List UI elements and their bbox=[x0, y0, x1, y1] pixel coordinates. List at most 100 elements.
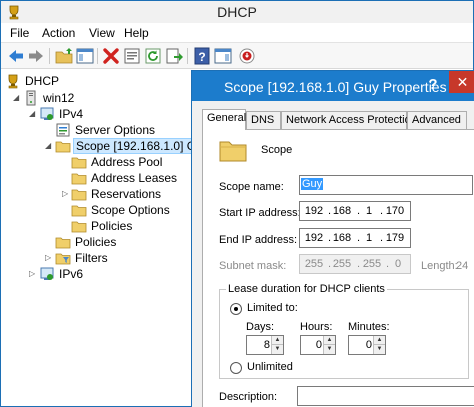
folder-icon bbox=[55, 141, 71, 153]
hours-label: Hours: bbox=[300, 321, 333, 333]
tab-general[interactable]: General bbox=[202, 109, 246, 130]
minutes-label: Minutes: bbox=[348, 321, 390, 333]
spin-up-icon[interactable]: ▲ bbox=[324, 336, 335, 345]
ip-dot: . bbox=[328, 205, 332, 217]
days-stepper[interactable]: 8 ▲ ▼ bbox=[246, 335, 284, 355]
spin-up-icon[interactable]: ▲ bbox=[374, 336, 385, 345]
export-list-icon[interactable] bbox=[165, 47, 183, 65]
tree-label: win12 bbox=[43, 91, 75, 105]
spin-down-icon[interactable]: ▼ bbox=[324, 345, 335, 354]
dhcp-window: DHCP File Action View Help ? DHCP ◢ win1… bbox=[0, 0, 474, 407]
toolbar-separator bbox=[49, 48, 50, 64]
tree-label: Address Pool bbox=[91, 155, 163, 169]
spin-down-icon[interactable]: ▼ bbox=[374, 345, 385, 354]
ip-dot: . bbox=[380, 232, 384, 244]
delete-icon[interactable] bbox=[102, 47, 120, 65]
spin-buttons: ▲ ▼ bbox=[373, 336, 385, 354]
start-ip-label: Start IP address: bbox=[219, 207, 301, 219]
spin-up-icon[interactable]: ▲ bbox=[272, 336, 283, 345]
limited-radio[interactable] bbox=[230, 303, 242, 315]
scope-heading: Scope bbox=[261, 144, 293, 156]
tree-label: Reservations bbox=[91, 187, 162, 201]
folder-icon bbox=[71, 173, 87, 185]
folder-icon bbox=[71, 189, 87, 201]
menu-bar: File Action View Help bbox=[1, 23, 473, 43]
ip-octet: 255 bbox=[304, 258, 324, 270]
ipv4-icon bbox=[40, 107, 54, 120]
ip-octet: 170 bbox=[385, 205, 405, 217]
minutes-stepper[interactable]: 0 ▲ ▼ bbox=[348, 335, 386, 355]
forward-arrow-icon[interactable] bbox=[27, 47, 45, 65]
scope-properties-dialog: Scope [192.168.1.0] Guy Properties ? ✕ G… bbox=[191, 70, 474, 407]
general-tab-panel: Scope Scope name: Guy Start IP address: … bbox=[202, 129, 474, 407]
collapsed-arrow-icon[interactable]: ▷ bbox=[45, 254, 53, 262]
tree-label: Address Leases bbox=[91, 171, 178, 185]
ip-octet: 1 bbox=[365, 205, 373, 217]
dialog-close-button[interactable]: ✕ bbox=[449, 71, 474, 93]
scope-name-value: Guy bbox=[301, 178, 324, 190]
ip-dot: . bbox=[380, 205, 384, 217]
collapsed-arrow-icon[interactable]: ▷ bbox=[29, 270, 37, 278]
ip-dot: . bbox=[386, 258, 390, 270]
tree-label: IPv6 bbox=[59, 267, 84, 281]
ip-octet: 168 bbox=[332, 232, 352, 244]
ip-octet: 0 bbox=[394, 258, 402, 270]
expanded-arrow-icon[interactable]: ◢ bbox=[13, 94, 21, 102]
ip-octet: 255 bbox=[332, 258, 352, 270]
svg-text:?: ? bbox=[198, 50, 205, 64]
help-icon[interactable]: ? bbox=[193, 47, 211, 65]
minutes-value: 0 bbox=[365, 339, 372, 351]
toolbar-separator bbox=[97, 48, 98, 64]
hours-stepper[interactable]: 0 ▲ ▼ bbox=[300, 335, 336, 355]
unlimited-label: Unlimited bbox=[247, 361, 293, 373]
menu-view[interactable]: View bbox=[89, 26, 115, 40]
show-hide-console-tree-icon[interactable] bbox=[76, 47, 94, 65]
tab-advanced[interactable]: Advanced bbox=[407, 111, 467, 129]
show-action-pane-icon[interactable] bbox=[214, 47, 232, 65]
ip-dot: . bbox=[357, 205, 361, 217]
length-label: Length: bbox=[421, 260, 458, 272]
properties-icon[interactable] bbox=[123, 47, 141, 65]
dialog-title: Scope [192.168.1.0] Guy Properties bbox=[224, 79, 447, 95]
ip-octet: 1 bbox=[365, 232, 373, 244]
tab-network-access-protection[interactable]: Network Access Protection bbox=[281, 111, 417, 129]
expanded-arrow-icon[interactable]: ◢ bbox=[29, 110, 37, 118]
end-ip-input[interactable]: 192 . 168 . 1 . 179 bbox=[299, 228, 411, 248]
back-arrow-icon[interactable] bbox=[7, 47, 25, 65]
description-input[interactable] bbox=[297, 386, 474, 406]
toolbar-separator bbox=[187, 48, 188, 64]
spin-buttons: ▲ ▼ bbox=[271, 336, 283, 354]
tree-label: IPv4 bbox=[59, 107, 84, 121]
scope-name-input[interactable]: Guy bbox=[299, 175, 473, 195]
dhcp-trophy-icon bbox=[8, 74, 18, 89]
tab-dns[interactable]: DNS bbox=[246, 111, 281, 129]
dialog-help-button[interactable]: ? bbox=[422, 75, 444, 95]
tree-label: Policies bbox=[91, 219, 133, 233]
spin-buttons: ▲ ▼ bbox=[323, 336, 335, 354]
menu-help[interactable]: Help bbox=[124, 26, 149, 40]
ip-octet: 255 bbox=[362, 258, 382, 270]
up-folder-icon[interactable] bbox=[55, 47, 73, 65]
stop-record-icon[interactable] bbox=[238, 47, 256, 65]
ipv6-icon bbox=[40, 267, 54, 280]
expanded-arrow-icon[interactable]: ◢ bbox=[45, 142, 53, 150]
start-ip-input[interactable]: 192 . 168 . 1 . 170 bbox=[299, 201, 411, 221]
tree-label: DHCP bbox=[25, 74, 60, 88]
unlimited-radio[interactable] bbox=[230, 362, 242, 374]
menu-file[interactable]: File bbox=[10, 26, 29, 40]
collapsed-arrow-icon[interactable]: ▷ bbox=[62, 190, 70, 198]
ip-octet: 168 bbox=[332, 205, 352, 217]
title-bar: DHCP bbox=[1, 1, 473, 23]
refresh-icon[interactable] bbox=[144, 47, 162, 65]
spin-down-icon[interactable]: ▼ bbox=[272, 345, 283, 354]
server-icon bbox=[26, 90, 36, 106]
toolbar: ? bbox=[1, 43, 473, 69]
tree-label: Policies bbox=[75, 235, 117, 249]
ip-dot: . bbox=[328, 232, 332, 244]
description-label: Description: bbox=[219, 391, 278, 403]
hours-value: 0 bbox=[315, 339, 322, 351]
ip-octet: 179 bbox=[385, 232, 405, 244]
lease-duration-legend: Lease duration for DHCP clients bbox=[226, 283, 387, 295]
menu-action[interactable]: Action bbox=[42, 26, 75, 40]
length-value: 24 bbox=[456, 260, 469, 272]
